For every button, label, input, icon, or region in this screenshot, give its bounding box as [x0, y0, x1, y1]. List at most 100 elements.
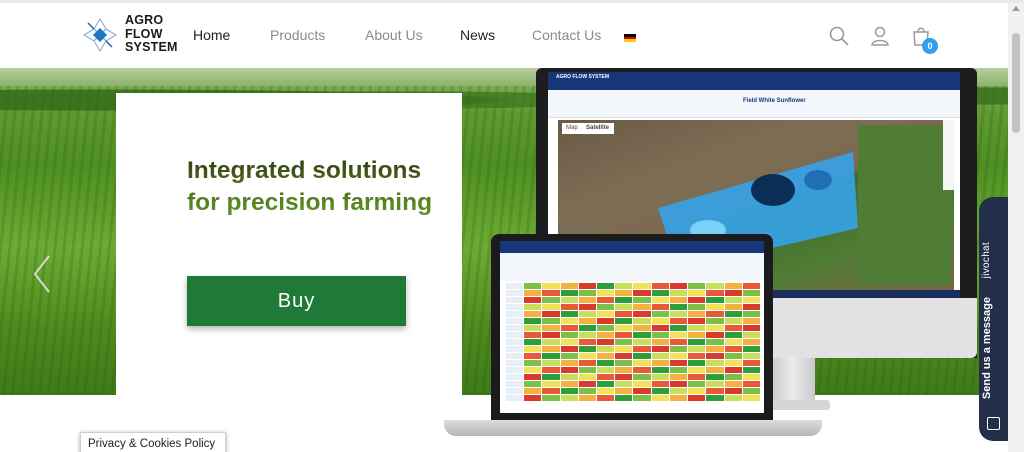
table-cell	[742, 311, 760, 317]
monitor-stand	[770, 358, 815, 403]
table-cell	[524, 381, 542, 387]
table-cell	[615, 395, 633, 401]
cart-count-badge: 0	[922, 38, 938, 54]
table-cell	[669, 360, 688, 366]
table-cell	[742, 367, 760, 373]
table-cell	[669, 297, 688, 303]
table-cell	[597, 381, 615, 387]
table-cell	[506, 283, 524, 289]
table-cell	[560, 297, 578, 303]
table-cell	[615, 311, 633, 317]
table-cell	[560, 290, 578, 296]
table-cell	[651, 395, 669, 401]
table-cell	[669, 395, 688, 401]
table-cell	[506, 339, 524, 345]
nav-contact-us[interactable]: Contact Us	[532, 27, 601, 43]
table-cell	[633, 346, 651, 352]
table-cell	[597, 360, 615, 366]
table-cell	[688, 283, 706, 289]
table-cell	[597, 283, 615, 289]
table-cell	[542, 395, 560, 401]
table-cell	[542, 360, 560, 366]
table-cell	[742, 381, 760, 387]
table-cell	[742, 318, 760, 324]
table-cell	[578, 346, 597, 352]
table-cell	[506, 381, 524, 387]
buy-button[interactable]: Buy	[187, 276, 406, 326]
table-cell	[578, 339, 597, 345]
page: AGRO FLOW SYSTEM Home Products About Us …	[0, 0, 1024, 452]
table-cell	[724, 346, 742, 352]
scroll-thumb[interactable]	[1012, 33, 1020, 133]
privacy-cookies-button[interactable]: Privacy & Cookies Policy	[80, 432, 226, 452]
table-cell	[615, 353, 633, 359]
field-title: Field White Sunflower	[743, 98, 806, 104]
scroll-up-arrow-icon[interactable]	[1012, 6, 1020, 11]
search-icon[interactable]	[828, 25, 850, 47]
table-cell	[542, 283, 560, 289]
table-cell	[615, 290, 633, 296]
table-cell	[669, 367, 688, 373]
chat-bubble-icon	[987, 417, 1000, 430]
agro-flow-logo[interactable]: AGRO FLOW SYSTEM	[80, 13, 190, 59]
user-icon[interactable]	[869, 25, 891, 47]
table-cell	[560, 304, 578, 310]
table-cell	[524, 367, 542, 373]
table-cell	[560, 395, 578, 401]
table-cell	[724, 367, 742, 373]
de-flag-icon[interactable]	[624, 34, 636, 42]
nav-home[interactable]: Home	[193, 27, 230, 43]
table-cell	[597, 325, 615, 331]
map-tab-satellite[interactable]: Satellite	[586, 125, 609, 131]
table-cell	[724, 388, 742, 394]
nav-news[interactable]: News	[460, 27, 495, 43]
table-cell	[524, 311, 542, 317]
table-cell	[669, 311, 688, 317]
table-cell	[542, 304, 560, 310]
table-cell	[724, 381, 742, 387]
table-cell	[669, 374, 688, 380]
table-cell	[633, 388, 651, 394]
table-cell	[669, 388, 688, 394]
table-cell	[506, 388, 524, 394]
table-cell	[578, 388, 597, 394]
table-cell	[688, 297, 706, 303]
table-cell	[651, 339, 669, 345]
table-cell	[724, 325, 742, 331]
table-cell	[706, 367, 724, 373]
table-cell	[578, 395, 597, 401]
table-cell	[560, 360, 578, 366]
table-cell	[688, 332, 706, 338]
nav-about-us[interactable]: About Us	[365, 27, 423, 43]
table-cell	[578, 290, 597, 296]
table-cell	[669, 332, 688, 338]
table-cell	[578, 311, 597, 317]
table-cell	[597, 332, 615, 338]
table-cell	[578, 374, 597, 380]
table-cell	[724, 311, 742, 317]
page-scrollbar[interactable]	[1008, 3, 1024, 452]
table-cell	[615, 339, 633, 345]
table-cell	[706, 381, 724, 387]
logo-text: AGRO FLOW SYSTEM	[125, 13, 178, 55]
table-cell	[724, 283, 742, 289]
table-cell	[633, 395, 651, 401]
table-cell	[651, 290, 669, 296]
table-cell	[560, 353, 578, 359]
table-cell	[706, 297, 724, 303]
table-cell	[578, 325, 597, 331]
table-cell	[524, 360, 542, 366]
table-cell	[651, 381, 669, 387]
table-cell	[524, 318, 542, 324]
chevron-left-icon[interactable]	[32, 254, 52, 294]
map-tab-map[interactable]: Map	[566, 125, 578, 131]
jivochat-widget[interactable]: jivochat Send us a message	[979, 197, 1008, 441]
table-cell	[597, 388, 615, 394]
table-cell	[597, 367, 615, 373]
table-cell	[560, 339, 578, 345]
nav-products[interactable]: Products	[270, 27, 325, 43]
table-cell	[706, 332, 724, 338]
table-cell	[724, 353, 742, 359]
table-cell	[742, 339, 760, 345]
hero-card: Integrated solutions for precision farmi…	[116, 93, 462, 395]
